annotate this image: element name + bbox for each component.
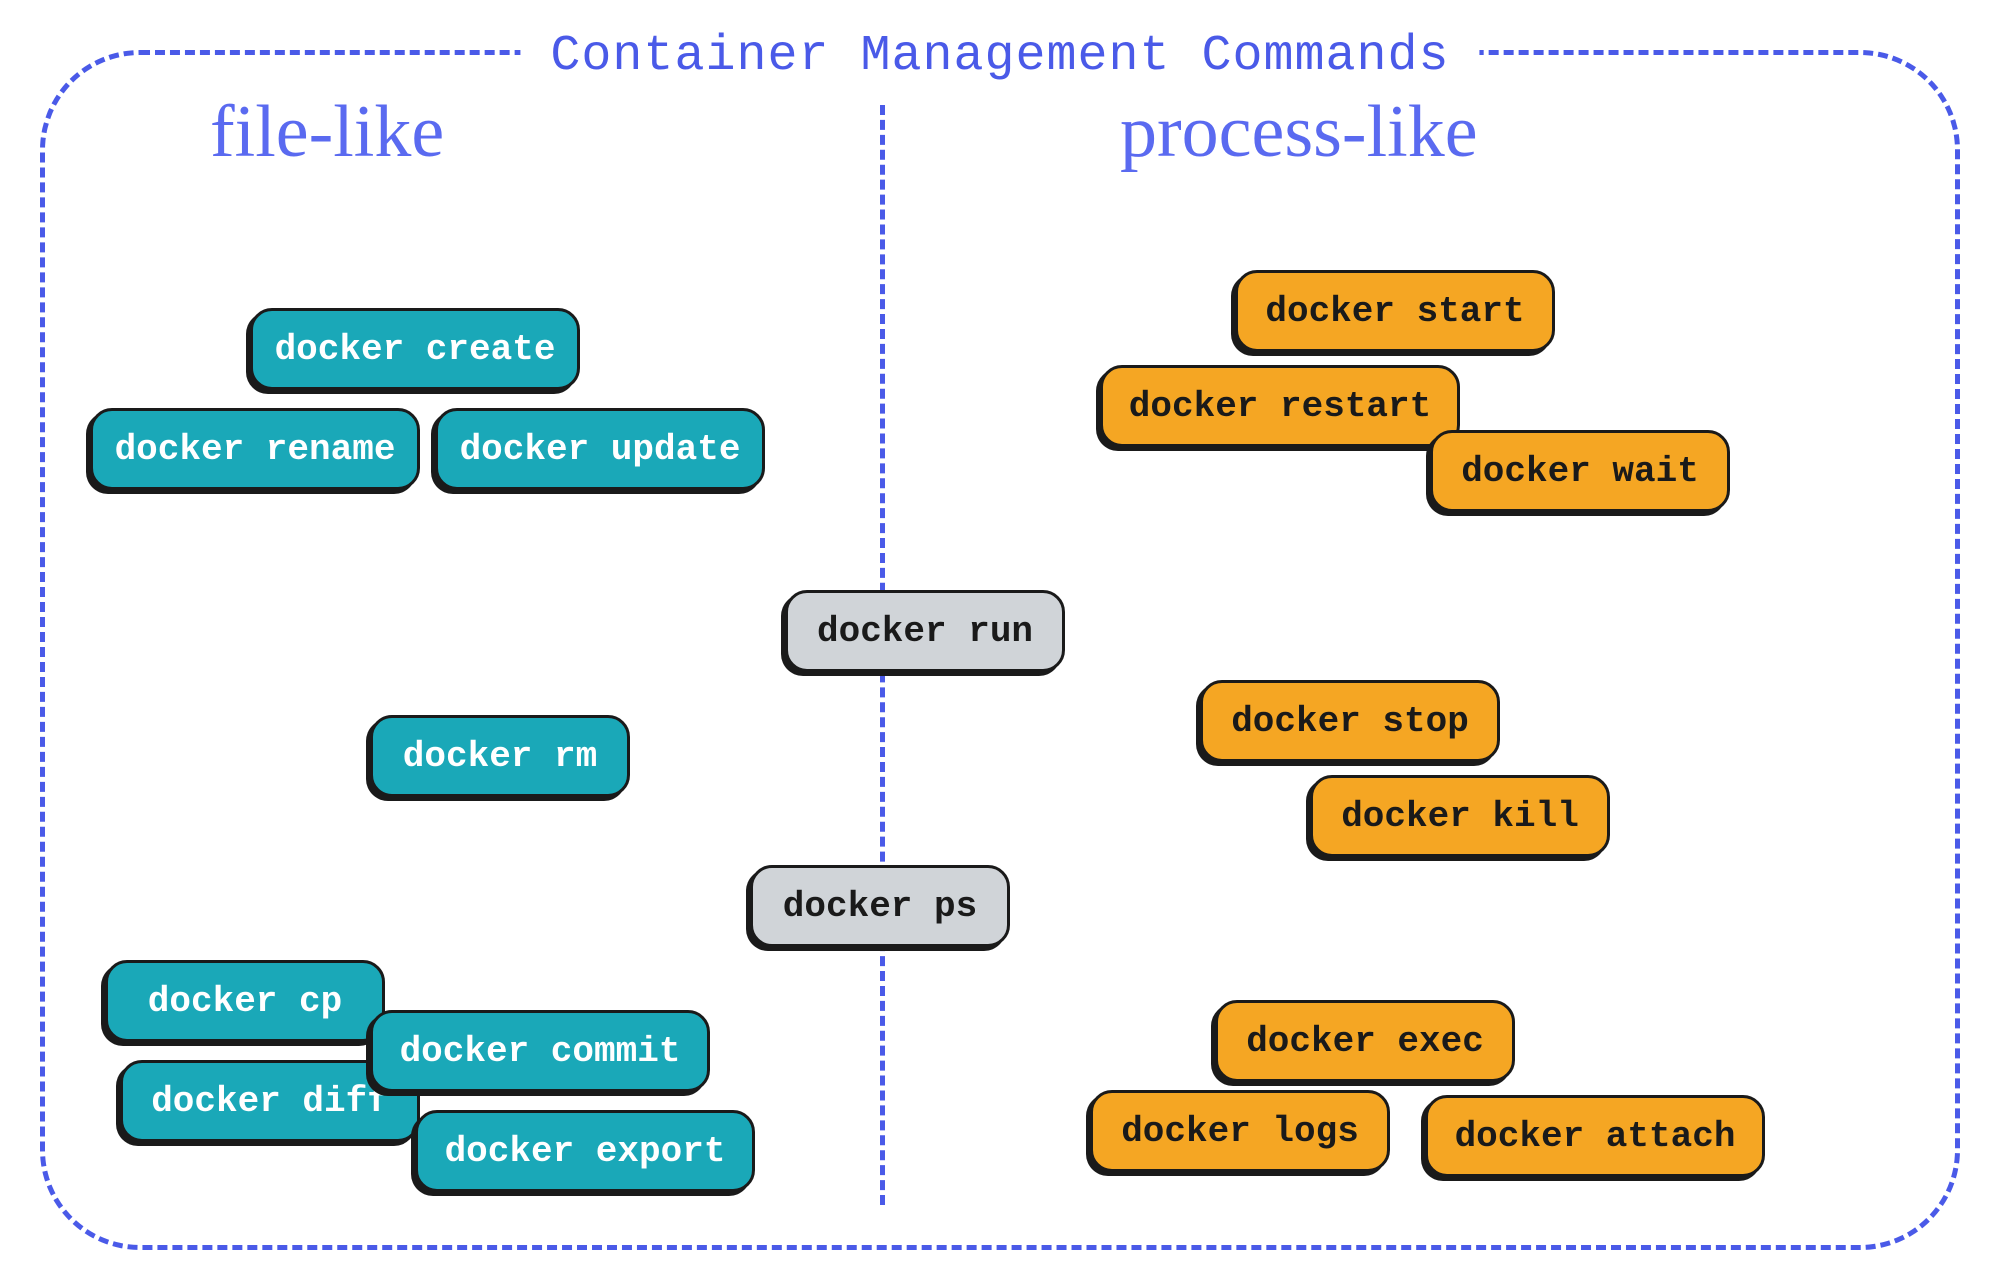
command-docker-stop: docker stop [1200,680,1500,762]
command-docker-ps: docker ps [750,865,1010,947]
group-label-file-like: file-like [210,90,444,175]
command-docker-kill: docker kill [1310,775,1610,857]
command-docker-attach: docker attach [1425,1095,1765,1177]
group-label-process-like: process-like [1120,90,1478,175]
command-docker-exec: docker exec [1215,1000,1515,1082]
command-docker-rm: docker rm [370,715,630,797]
command-docker-wait: docker wait [1430,430,1730,512]
command-docker-start: docker start [1235,270,1555,352]
command-docker-restart: docker restart [1100,365,1460,447]
command-docker-logs: docker logs [1090,1090,1390,1172]
command-docker-commit: docker commit [370,1010,710,1092]
command-docker-cp: docker cp [105,960,385,1042]
command-docker-create: docker create [250,308,580,390]
command-docker-export: docker export [415,1110,755,1192]
command-docker-run: docker run [785,590,1065,672]
diagram-title: Container Management Commands [520,28,1479,85]
command-docker-rename: docker rename [90,408,420,490]
command-docker-update: docker update [435,408,765,490]
